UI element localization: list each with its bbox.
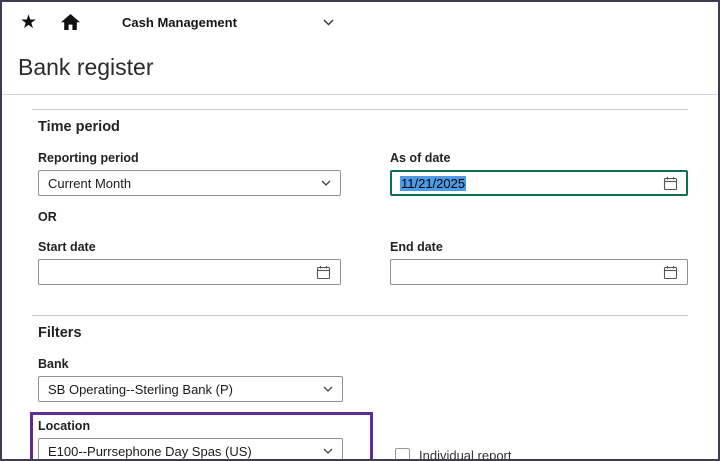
section-heading-time-period: Time period [38, 119, 688, 135]
bank-label: Bank [38, 357, 343, 371]
location-field: Location E100--Purrsephone Day Spas (US) [38, 419, 344, 461]
as-of-date-label: As of date [390, 151, 688, 165]
reporting-period-value: Current Month [48, 176, 131, 191]
reporting-period-select[interactable]: Current Month [38, 170, 341, 196]
bank-field: Bank SB Operating--Sterling Bank (P) [38, 357, 343, 402]
individual-report-checkbox[interactable] [395, 448, 410, 461]
calendar-icon[interactable] [663, 265, 678, 280]
home-icon [61, 14, 80, 30]
filters-row-2: Location E100--Purrsephone Day Spas (US)… [38, 412, 688, 461]
reporting-period-field: Reporting period Current Month [38, 151, 341, 196]
topbar: ★ Cash Management [2, 2, 718, 42]
bank-register-page: ★ Cash Management Bank register Time per… [0, 0, 720, 461]
start-date-field: Start date [38, 240, 341, 285]
bank-value: SB Operating--Sterling Bank (P) [48, 382, 233, 397]
star-icon: ★ [20, 13, 37, 32]
as-of-date-value: 11/21/2025 [400, 176, 466, 191]
calendar-icon[interactable] [316, 265, 331, 280]
app-menu-label: Cash Management [122, 15, 237, 30]
individual-report-option: Individual report [395, 448, 512, 461]
as-of-date-field: As of date 11/21/2025 [390, 151, 688, 196]
location-select[interactable]: E100--Purrsephone Day Spas (US) [38, 438, 343, 461]
chevron-down-icon [323, 386, 333, 392]
location-highlight-box: Location E100--Purrsephone Day Spas (US) [30, 412, 373, 461]
section-heading-filters: Filters [38, 325, 688, 341]
location-label: Location [38, 419, 344, 433]
or-label: OR [38, 210, 688, 224]
chevron-down-icon [323, 448, 333, 454]
start-date-input[interactable] [38, 259, 341, 285]
end-date-field: End date [390, 240, 688, 285]
reporting-period-label: Reporting period [38, 151, 341, 165]
app-menu[interactable]: Cash Management [122, 15, 334, 30]
start-date-label: Start date [38, 240, 341, 254]
time-period-divider [32, 109, 688, 110]
chevron-down-icon [323, 19, 334, 26]
favorites-star-button[interactable]: ★ [20, 13, 37, 32]
bank-select[interactable]: SB Operating--Sterling Bank (P) [38, 376, 343, 402]
page-title: Bank register [2, 42, 718, 82]
calendar-icon[interactable] [663, 176, 678, 191]
content: Time period Reporting period Current Mon… [2, 95, 718, 461]
location-value: E100--Purrsephone Day Spas (US) [48, 444, 252, 459]
end-date-input[interactable] [390, 259, 688, 285]
individual-report-label: Individual report [419, 448, 512, 461]
time-period-row-2: Start date End date [38, 224, 688, 285]
filters-divider [32, 315, 688, 316]
chevron-down-icon [321, 180, 331, 186]
time-period-row-1: Reporting period Current Month As of dat… [38, 135, 688, 196]
end-date-label: End date [390, 240, 688, 254]
as-of-date-input[interactable]: 11/21/2025 [390, 170, 688, 196]
home-button[interactable] [61, 14, 80, 30]
